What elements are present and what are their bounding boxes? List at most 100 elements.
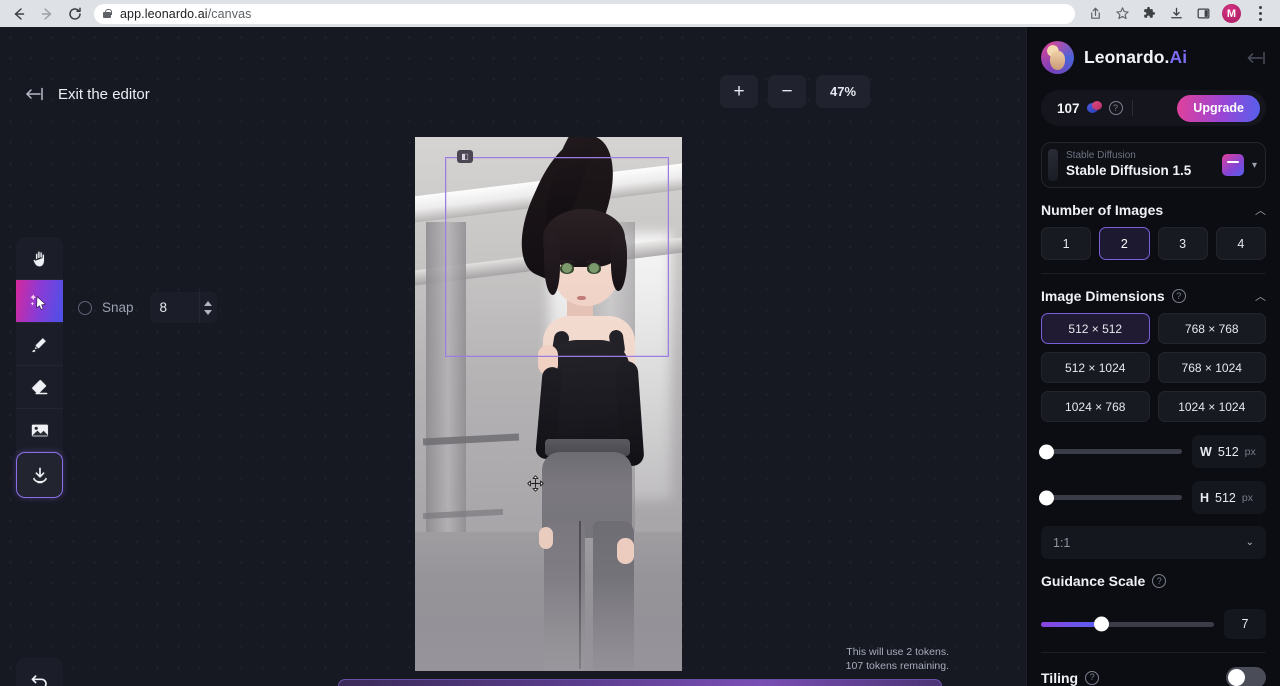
character-mouth [577,296,586,300]
token-remaining-line: 107 tokens remaining. [846,659,949,673]
number-of-images-options: 1 2 3 4 [1027,227,1280,260]
puzzle-icon[interactable] [1137,2,1161,26]
paint-brush-tool[interactable] [16,323,63,366]
snap-value-stepper[interactable]: 8 [150,292,217,323]
model-name: Stable Diffusion 1.5 [1066,162,1214,180]
chevron-down-icon[interactable]: ⌄ [1246,537,1254,548]
height-slider[interactable] [1041,495,1182,500]
exit-editor-label: Exit the editor [58,86,150,103]
num-images-option-3[interactable]: 3 [1158,227,1208,260]
zoom-controls: + − 47% [720,75,870,108]
character-hand-right [617,538,634,564]
guidance-scale-value[interactable]: 7 [1224,609,1266,639]
leonardo-canvas-app: Exit the editor + − 47% [0,27,1280,686]
exit-editor-button[interactable]: Exit the editor [24,85,150,103]
model-text: Stable Diffusion Stable Diffusion 1.5 [1066,150,1214,180]
guidance-scale-slider[interactable] [1041,622,1214,627]
divider [1132,100,1133,116]
zoom-in-button[interactable]: + [720,75,758,108]
guidance-scale-header: Guidance Scale ? [1027,559,1280,598]
leonardo-logo-icon [1041,41,1074,74]
side-panel-icon[interactable] [1191,2,1215,26]
chevron-down-icon[interactable]: ▾ [1252,160,1257,171]
snap-toggle[interactable] [78,301,92,315]
forward-arrow-icon[interactable] [34,2,60,26]
height-label: H [1200,491,1209,505]
selection-badge-icon[interactable]: ◧ [457,150,473,163]
credit-bar: 107 ? Upgrade [1041,90,1266,126]
canvas-artboard[interactable] [415,137,682,671]
token-usage-note: This will use 2 tokens. 107 tokens remai… [846,645,949,673]
profile-avatar[interactable]: M [1222,4,1241,23]
tool-rail [16,237,63,498]
eraser-tool[interactable] [16,366,63,409]
dimension-preset-1024x768[interactable]: 1024 × 768 [1041,391,1150,422]
guidance-scale-row: 7 [1027,609,1280,639]
num-images-option-4[interactable]: 4 [1216,227,1266,260]
image-upload-tool[interactable] [16,409,63,452]
guidance-scale-help-icon[interactable]: ? [1152,574,1166,588]
num-images-option-1[interactable]: 1 [1041,227,1091,260]
dimension-preset-512x1024[interactable]: 512 × 1024 [1041,352,1150,383]
download-icon[interactable] [1164,2,1188,26]
kebab-menu-icon[interactable] [1248,2,1272,26]
stepper-decrement-icon[interactable] [204,310,212,315]
chevron-up-icon[interactable]: ︿ [1255,202,1266,218]
zoom-level-display[interactable]: 47% [816,75,870,108]
number-of-images-header: Number of Images ︿ [1027,188,1280,227]
stepper-arrows [199,292,217,323]
download-tool[interactable] [16,452,63,498]
width-slider-row: W 512 px [1027,435,1280,468]
character-hair-left [544,233,560,295]
prompt-bar[interactable] [338,679,942,686]
tiling-title: Tiling [1041,670,1078,686]
width-unit: px [1245,446,1256,458]
width-value[interactable]: 512 [1218,445,1239,459]
width-field[interactable]: W 512 px [1192,435,1266,468]
image-dimensions-title: Image Dimensions [1041,288,1165,304]
url-text: app.leonardo.ai/canvas [120,7,251,21]
model-selector[interactable]: Stable Diffusion Stable Diffusion 1.5 ▾ [1041,142,1266,188]
number-of-images-title: Number of Images [1041,202,1163,218]
character-eye-left [560,263,574,274]
token-coin-icon [1087,101,1102,115]
tiling-help-icon[interactable]: ? [1085,671,1099,685]
width-label: W [1200,445,1212,459]
image-dimensions-help-icon[interactable]: ? [1172,289,1186,303]
height-value[interactable]: 512 [1215,491,1236,505]
aspect-ratio-select[interactable]: 1:1 ⌄ [1041,526,1266,559]
image-dimension-presets: 512 × 512 768 × 768 512 × 1024 768 × 102… [1027,313,1280,422]
dimension-preset-768x768[interactable]: 768 × 768 [1158,313,1267,344]
dimension-preset-512x512[interactable]: 512 × 512 [1041,313,1150,344]
character-hand-left [539,527,553,549]
reload-icon[interactable] [62,2,88,26]
sidebar-header: Leonardo.Ai [1027,27,1280,80]
back-arrow-icon[interactable] [6,2,32,26]
bottom-shadow [415,575,682,671]
undo-button[interactable] [16,658,63,686]
dimension-preset-768x1024[interactable]: 768 × 1024 [1158,352,1267,383]
chevron-up-icon[interactable]: ︿ [1255,288,1266,304]
height-unit: px [1242,492,1253,504]
star-icon[interactable] [1110,2,1134,26]
pan-hand-tool[interactable] [16,237,63,280]
magic-select-tool[interactable] [16,280,63,323]
snap-value[interactable]: 8 [150,300,199,315]
credits-help-icon[interactable]: ? [1109,101,1123,115]
stepper-increment-icon[interactable] [204,301,212,306]
image-dimensions-header: Image Dimensions ? ︿ [1027,274,1280,313]
dimension-preset-1024x1024[interactable]: 1024 × 1024 [1158,391,1267,422]
aspect-ratio-value: 1:1 [1053,536,1070,550]
tiling-toggle[interactable] [1226,667,1266,686]
share-icon[interactable] [1083,2,1107,26]
credit-count: 107 [1057,101,1080,116]
guidance-scale-title: Guidance Scale [1041,573,1145,589]
zoom-out-button[interactable]: − [768,75,806,108]
address-bar[interactable]: app.leonardo.ai/canvas [94,4,1075,24]
num-images-option-2[interactable]: 2 [1099,227,1149,260]
collapse-sidebar-icon[interactable] [1245,50,1267,66]
upgrade-button[interactable]: Upgrade [1177,95,1260,122]
canvas-area[interactable]: Exit the editor + − 47% [0,27,1026,686]
width-slider[interactable] [1041,449,1182,454]
height-field[interactable]: H 512 px [1192,481,1266,514]
